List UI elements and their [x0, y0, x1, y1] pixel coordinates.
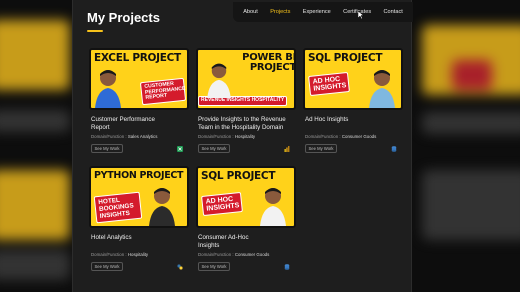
nav-projects[interactable]: Projects	[270, 9, 290, 15]
project-name: Ad Hoc Insights	[305, 116, 349, 123]
project-domain: Domain/Function : Consumer Goods	[305, 134, 377, 139]
thumbnail-title: PYTHON PROJECT	[94, 170, 184, 181]
presenter-image	[149, 188, 175, 226]
see-my-work-button[interactable]: See My Work	[305, 144, 337, 153]
mouse-cursor-icon	[358, 11, 364, 19]
excel-icon	[177, 146, 183, 152]
blurred-backdrop-left	[0, 0, 80, 292]
see-my-work-button[interactable]: See My Work	[91, 262, 123, 271]
thumbnail-tag: AD HOC INSIGHTS	[201, 191, 243, 217]
project-domain: Domain/Function : Sales Analytics	[91, 134, 158, 139]
nav-about[interactable]: About	[243, 9, 258, 15]
project-card: POWER BI PROJECT REVENUE INSIGHTS HOSPIT…	[196, 48, 296, 158]
see-my-work-button[interactable]: See My Work	[198, 262, 230, 271]
project-card: PYTHON PROJECT HOTEL BOOKINGS INSIGHTS H…	[89, 166, 189, 276]
see-my-work-button[interactable]: See My Work	[198, 144, 230, 153]
project-name: Customer Performance Report	[91, 116, 155, 131]
project-domain: Domain/Function : Hospitality	[91, 252, 149, 257]
thumbnail-tag: AD HOC INSIGHTS	[308, 71, 350, 97]
title-underline	[87, 30, 103, 32]
project-card: SQL PROJECT AD HOC INSIGHTS Consumer Ad-…	[196, 166, 296, 276]
thumbnail-title: EXCEL PROJECT	[94, 52, 181, 64]
sql-icon	[284, 264, 290, 270]
project-thumbnail[interactable]: SQL PROJECT AD HOC INSIGHTS	[196, 166, 296, 228]
presenter-image	[95, 70, 121, 108]
sql-icon	[391, 146, 397, 152]
projects-page: My Projects About Projects Experience Ce…	[72, 0, 413, 292]
project-thumbnail[interactable]: POWER BI PROJECT REVENUE INSIGHTS HOSPIT…	[196, 48, 296, 110]
thumbnail-title: SQL PROJECT	[201, 170, 276, 182]
project-domain: Domain/Function : Hospitality	[198, 134, 256, 139]
project-name: Provide Insights to the Revenue Team in …	[198, 116, 286, 131]
power-bi-icon	[284, 146, 290, 152]
project-thumbnail[interactable]: SQL PROJECT AD HOC INSIGHTS	[303, 48, 403, 110]
top-nav: About Projects Experience Certificates C…	[233, 2, 413, 22]
thumbnail-title: POWER BI PROJECT	[242, 52, 296, 73]
thumbnail-title: SQL PROJECT	[308, 52, 383, 64]
project-card: EXCEL PROJECT CUSTOMER PERFORMANCE REPOR…	[89, 48, 189, 158]
thumbnail-tag: CUSTOMER PERFORMANCE REPORT	[139, 77, 187, 106]
project-card: SQL PROJECT AD HOC INSIGHTS Ad Hoc Insig…	[303, 48, 403, 158]
project-domain: Domain/Function : Consumer Goods	[198, 252, 270, 257]
project-thumbnail[interactable]: EXCEL PROJECT CUSTOMER PERFORMANCE REPOR…	[89, 48, 189, 110]
thumbnail-tag: HOTEL BOOKINGS INSIGHTS	[93, 191, 143, 224]
python-icon	[177, 264, 183, 270]
page-title: My Projects	[87, 10, 160, 25]
presenter-image	[260, 188, 286, 226]
project-thumbnail[interactable]: PYTHON PROJECT HOTEL BOOKINGS INSIGHTS	[89, 166, 189, 228]
see-my-work-button[interactable]: See My Work	[91, 144, 123, 153]
nav-contact[interactable]: Contact	[384, 9, 403, 15]
blurred-backdrop-right	[412, 0, 520, 292]
project-name: Hotel Analytics	[91, 234, 132, 241]
nav-experience[interactable]: Experience	[303, 9, 331, 15]
project-name: Consumer Ad-Hoc Insights	[198, 234, 249, 249]
presenter-image	[207, 63, 231, 98]
presenter-image	[369, 70, 395, 108]
